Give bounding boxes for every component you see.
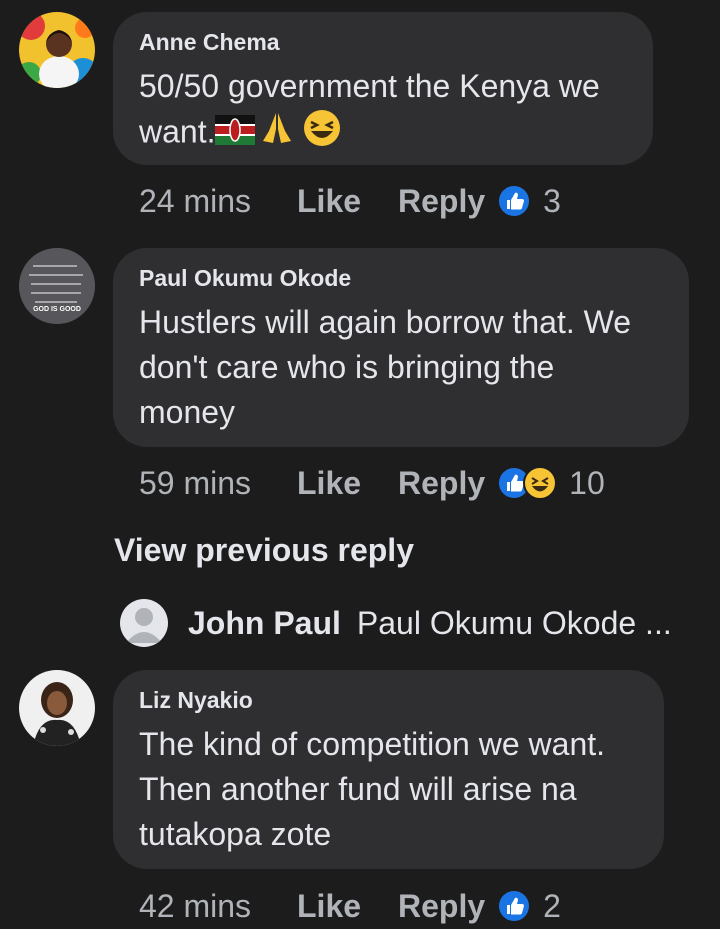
avatar-john-paul[interactable] (120, 599, 168, 647)
comment-actions: 59 mins Like Reply 10 (139, 463, 605, 503)
reply-button[interactable]: Reply (398, 183, 485, 220)
comment-bubble-paul-okumu-okode[interactable]: Paul Okumu Okode Hustlers will again bor… (113, 248, 689, 447)
comment-author[interactable]: Liz Nyakio (139, 686, 638, 714)
comment-actions: 42 mins Like Reply 2 (139, 886, 561, 926)
reaction-count[interactable]: 2 (543, 888, 561, 925)
comment-text: 50/50 government the Kenya we want. (139, 64, 627, 159)
reply-button[interactable]: Reply (398, 465, 485, 502)
comment-time[interactable]: 42 mins (139, 888, 297, 925)
folded-hands-icon (259, 111, 295, 157)
comment-bubble-anne-chema[interactable]: Anne Chema 50/50 government the Kenya we… (113, 12, 653, 165)
reply-author[interactable]: John Paul (188, 605, 341, 642)
reply-text: Paul Okumu Okode ... (356, 604, 672, 641)
avatar-liz-nyakio[interactable] (19, 670, 95, 746)
reply-button[interactable]: Reply (398, 888, 485, 925)
laughing-face-icon (303, 109, 341, 159)
view-previous-reply-link[interactable]: View previous reply (114, 532, 414, 569)
comment-author[interactable]: Anne Chema (139, 28, 627, 56)
like-button[interactable]: Like (297, 465, 398, 502)
comment-time[interactable]: 24 mins (139, 183, 297, 220)
avatar-text: GOD IS GOOD (33, 306, 81, 313)
comment-time[interactable]: 59 mins (139, 465, 297, 502)
kenya-flag-icon (215, 112, 256, 157)
nested-reply-preview[interactable]: John Paul Paul Okumu Okode ... (120, 598, 672, 648)
haha-icon[interactable] (523, 466, 558, 500)
comment-text: Hustlers will again borrow that. We don'… (139, 304, 632, 430)
comment-actions: 24 mins Like Reply 3 (139, 181, 561, 221)
comment-author[interactable]: Paul Okumu Okode (139, 264, 663, 292)
avatar-anne-chema[interactable] (19, 12, 95, 88)
like-icon[interactable] (497, 889, 532, 923)
reaction-count[interactable]: 3 (543, 183, 561, 220)
avatar-paul-okumu-okode[interactable]: GOD IS GOOD (19, 248, 95, 324)
comment-bubble-liz-nyakio[interactable]: Liz Nyakio The kind of competition we wa… (113, 670, 664, 869)
like-button[interactable]: Like (297, 183, 398, 220)
comment-text: The kind of competition we want. Then an… (139, 726, 606, 852)
like-icon[interactable] (497, 184, 532, 218)
reaction-count[interactable]: 10 (569, 465, 605, 502)
like-button[interactable]: Like (297, 888, 398, 925)
